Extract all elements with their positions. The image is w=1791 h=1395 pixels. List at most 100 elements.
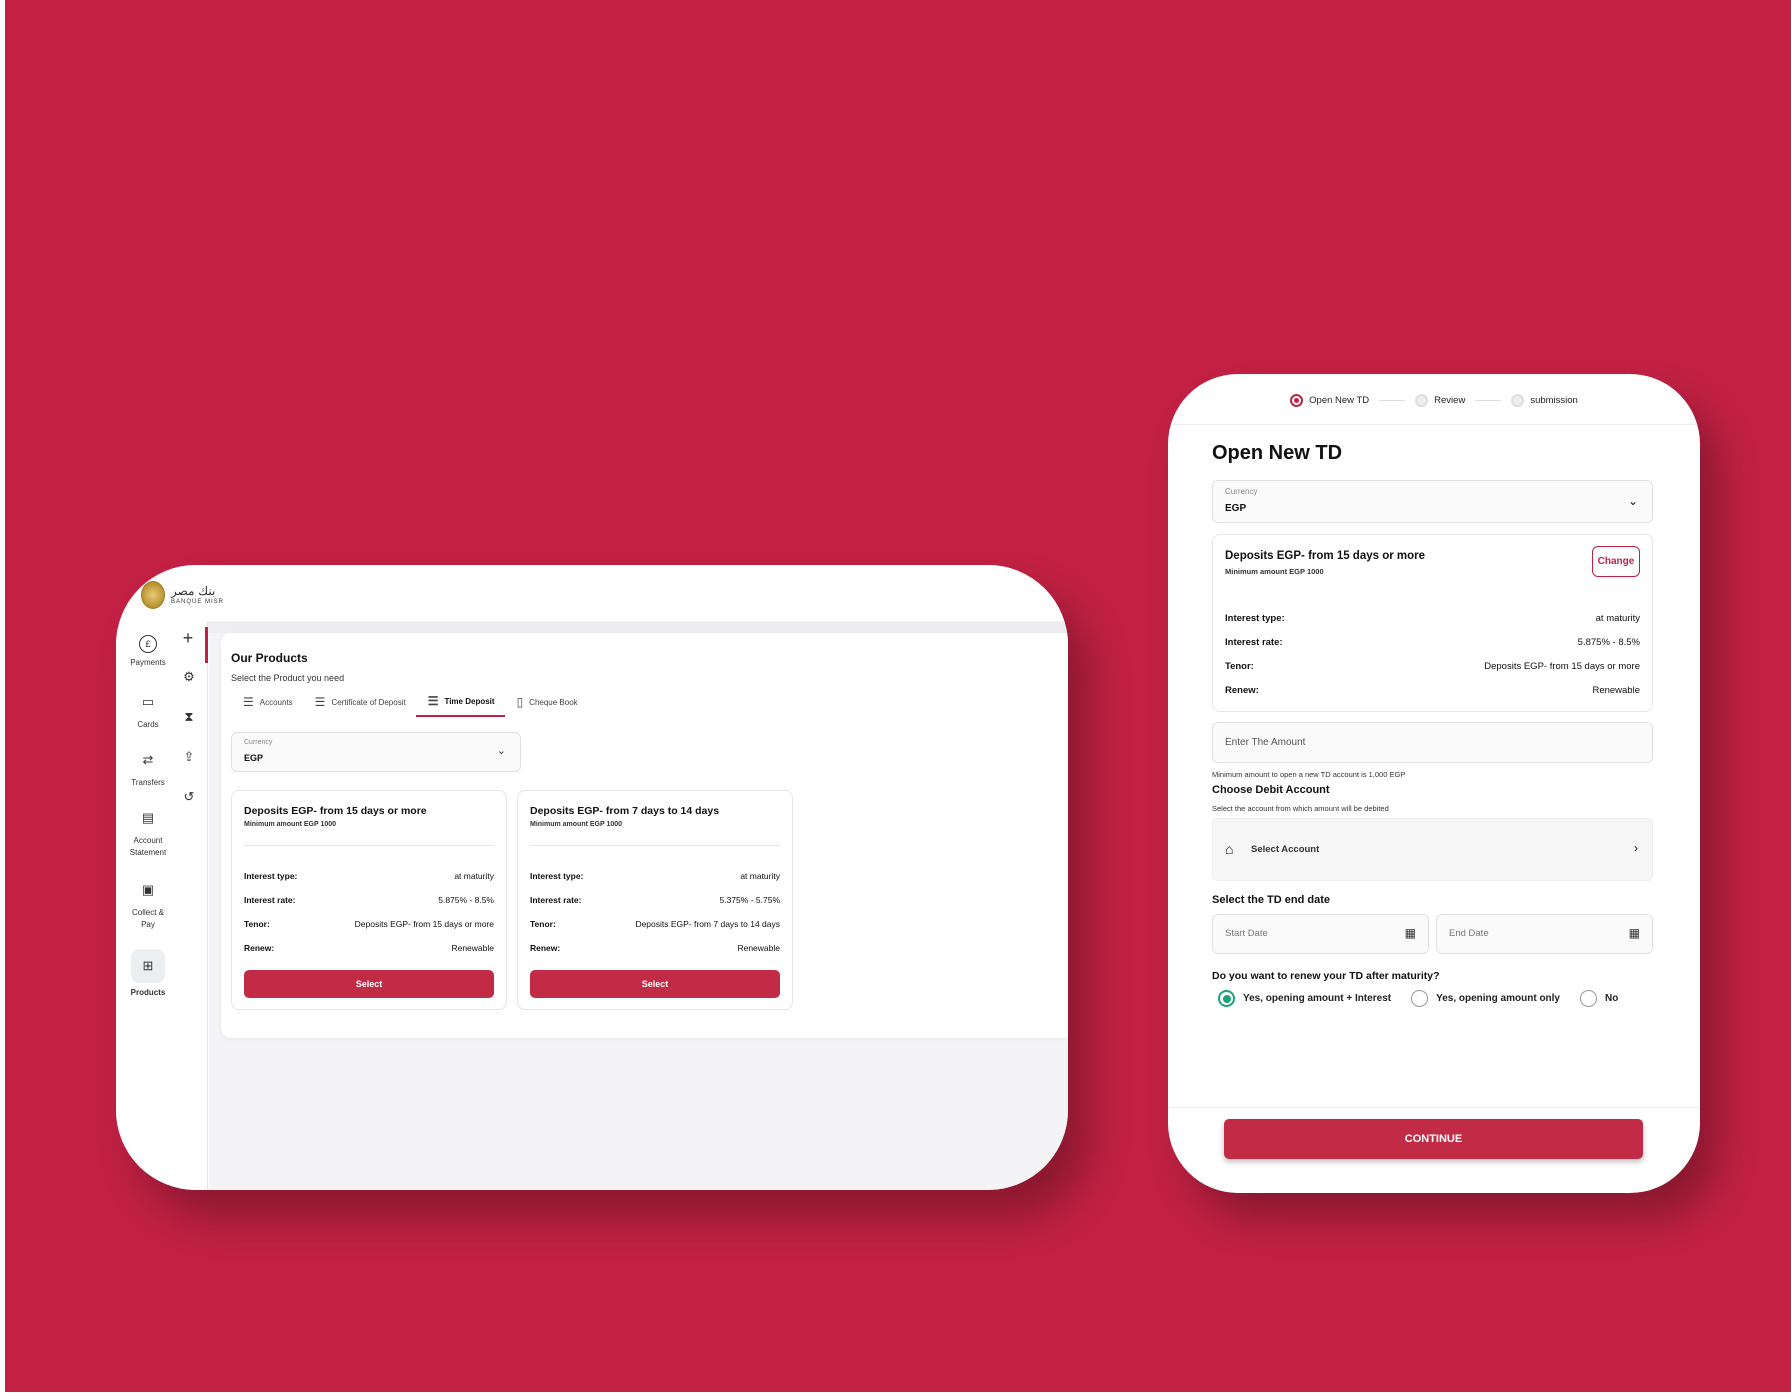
header-divider [1168, 424, 1700, 425]
sidebar-item-collect-pay[interactable]: ▣ Collect & Pay [118, 877, 178, 931]
product-card: Deposits EGP- from 15 days or more Minim… [231, 790, 507, 1010]
detail-key: Interest rate: [244, 895, 296, 905]
step-connector [1379, 400, 1406, 401]
add-icon[interactable]: + [179, 628, 197, 648]
footer-divider [1168, 1107, 1700, 1108]
tab-certificate-of-deposit[interactable]: ☰ Certificate of Deposit [303, 693, 416, 717]
currency-value: EGP [244, 753, 264, 763]
transfer-icon: ⇄ [142, 752, 154, 767]
detail-row: Renew: Renewable [1225, 685, 1640, 696]
amount-hint: Minimum amount to open a new TD account … [1212, 770, 1406, 779]
step-review: Review [1415, 394, 1465, 407]
step-connector [1475, 400, 1502, 401]
detail-value: 5.375% - 5.75% [719, 895, 780, 905]
tab-label: Accounts [259, 697, 293, 707]
page-title: Open New TD [1212, 442, 1343, 464]
currency-select[interactable]: Currency EGP ⌄ [231, 732, 521, 772]
step-active-icon [1290, 394, 1304, 407]
step-inactive-icon [1415, 394, 1429, 407]
select-account-field[interactable]: ⌂ Select Account › [1212, 818, 1653, 881]
hourglass-icon[interactable]: ⧗ [180, 708, 198, 726]
certificate-icon: ☰ [314, 695, 326, 709]
start-date-placeholder: Start Date [1225, 928, 1268, 939]
settings-icon[interactable]: ⚙ [180, 668, 198, 686]
detail-value: at maturity [740, 871, 780, 881]
brand-english: BANQUE MISR [171, 599, 225, 605]
pound-coin-icon: £ [139, 635, 157, 653]
calendar-icon[interactable]: ▦ [1629, 926, 1640, 940]
tab-accounts[interactable]: ☰ Accounts [231, 693, 303, 717]
sidebar-item-payments[interactable]: £ Payments [118, 631, 178, 669]
brand-arabic: بنك مصر [171, 584, 216, 598]
detail-value: Renewable [451, 943, 494, 953]
header-divider [206, 621, 1068, 633]
detail-key: Renew: [1225, 685, 1259, 696]
tab-time-deposit[interactable]: ☰ Time Deposit [415, 693, 505, 717]
renew-option-interest[interactable]: Yes, opening amount + Interest [1218, 990, 1391, 1007]
continue-button[interactable]: CONTINUE [1224, 1119, 1643, 1159]
detail-key: Tenor: [530, 919, 556, 929]
sidebar-item-label: Transfers [131, 778, 165, 787]
sidebar-item-label: Account Statement [129, 836, 167, 857]
bank-emblem-icon [141, 581, 165, 609]
change-button[interactable]: Change [1592, 546, 1640, 577]
chevron-right-icon: › [1634, 841, 1638, 855]
detail-row: Tenor: Deposits EGP- from 15 days or more [1225, 661, 1640, 672]
product-tabs: ☰ Accounts ☰ Certificate of Deposit ☰ Time … [231, 693, 588, 717]
history-icon[interactable]: ↺ [180, 788, 198, 806]
detail-value: Deposits EGP- from 15 days or more [1484, 661, 1640, 672]
tab-label: Certificate of Deposit [331, 697, 406, 707]
detail-value: Deposits EGP- from 7 days to 14 days [635, 919, 780, 929]
page-title: Our Products [231, 651, 308, 665]
sidebar: + £ Payments ▭ Cards ⇄ Transfers ▤ Accou… [116, 621, 208, 1190]
detail-key: Tenor: [1225, 661, 1254, 672]
sidebar-item-transfers[interactable]: ⇄ Transfers [118, 747, 178, 789]
card-icon: ▭ [141, 694, 155, 709]
select-button[interactable]: Select [530, 970, 780, 998]
amount-input[interactable]: Enter The Amount [1212, 722, 1653, 763]
detail-row: Renew: Renewable [244, 943, 494, 953]
sidebar-item-account-statement[interactable]: ▤ Account Statement [118, 805, 178, 859]
debit-account-hint: Select the account from which amount wil… [1212, 804, 1389, 813]
detail-row: Interest rate: 5.875% - 8.5% [1225, 637, 1640, 648]
renew-option-amount-only[interactable]: Yes, opening amount only [1411, 990, 1560, 1007]
radio-selected-icon [1218, 990, 1235, 1007]
end-date-field[interactable]: End Date ▦ [1436, 914, 1653, 954]
radio-icon [1411, 990, 1429, 1007]
sidebar-item-products[interactable]: ⊞ Products [118, 949, 178, 999]
detail-row: Tenor: Deposits EGP- from 15 days or more [244, 919, 494, 929]
detail-row: Interest type: at maturity [1225, 613, 1640, 624]
detail-key: Interest type: [1225, 613, 1285, 624]
bank-logo[interactable]: بنك مصر BANQUE MISR [141, 581, 224, 609]
detail-row: Interest type: at maturity [244, 871, 494, 881]
detail-key: Tenor: [244, 919, 270, 929]
start-date-field[interactable]: Start Date ▦ [1212, 914, 1429, 954]
divider [244, 845, 494, 846]
upload-icon[interactable]: ⇪ [180, 748, 198, 766]
currency-label: Currency [244, 739, 273, 746]
currency-select[interactable]: Currency EGP ⌄ [1212, 480, 1653, 523]
calendar-icon[interactable]: ▦ [1405, 926, 1416, 940]
renew-question: Do you want to renew your TD after matur… [1212, 970, 1440, 982]
radio-label: Yes, opening amount + Interest [1243, 993, 1392, 1004]
currency-label: Currency [1225, 487, 1258, 496]
sidebar-item-label: Collect & Pay [131, 908, 164, 929]
sidebar-item-cards[interactable]: ▭ Cards [118, 689, 178, 731]
products-icon: ⊞ [131, 949, 165, 983]
step-label: Open New TD [1309, 395, 1370, 406]
detail-value: Renewable [1592, 685, 1640, 696]
detail-value: at maturity [454, 871, 494, 881]
radio-label: No [1605, 993, 1619, 1004]
renew-options: Yes, opening amount + Interest Yes, open… [1218, 990, 1618, 1007]
product-card: Deposits EGP- from 7 days to 14 days Min… [517, 790, 793, 1010]
page-subtitle: Select the Product you need [231, 673, 345, 683]
step-open-new-td: Open New TD [1290, 394, 1369, 407]
chevron-down-icon: ⌄ [496, 745, 506, 757]
detail-row: Renew: Renewable [530, 943, 780, 953]
tab-cheque-book[interactable]: ▯ Cheque Book [505, 693, 588, 717]
renew-option-no[interactable]: No [1580, 990, 1618, 1007]
step-submission: submission [1511, 394, 1578, 407]
detail-row: Interest type: at maturity [530, 871, 780, 881]
product-minimum: Minimum amount EGP 1000 [1225, 567, 1324, 576]
select-button[interactable]: Select [244, 970, 494, 998]
